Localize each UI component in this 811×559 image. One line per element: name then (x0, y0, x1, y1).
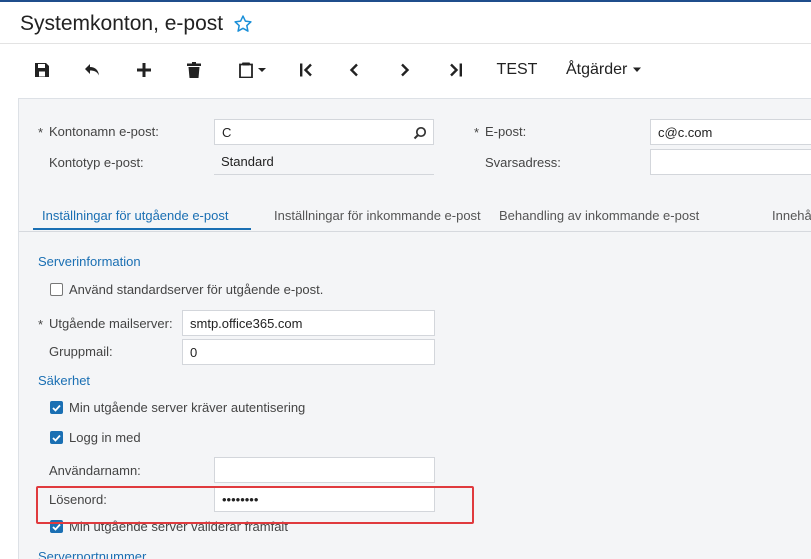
undo-button[interactable] (81, 52, 105, 88)
next-record-button[interactable] (393, 52, 417, 88)
previous-record-button[interactable] (342, 52, 366, 88)
security-heading: Säkerhet (38, 373, 91, 388)
actions-menu-label: Åtgärder (566, 61, 628, 78)
username-field[interactable] (214, 457, 435, 483)
checkbox-box[interactable] (50, 520, 63, 533)
group-mail-field[interactable]: 0 (182, 339, 435, 365)
last-icon (450, 63, 462, 77)
undo-icon (85, 64, 99, 76)
plus-icon (137, 63, 151, 77)
last-record-button[interactable] (444, 52, 468, 88)
account-type-value: Standard (221, 154, 274, 169)
actions-menu-button[interactable]: Åtgärder (566, 52, 650, 88)
checkmark-icon (52, 404, 61, 412)
use-default-server-label: Använd standardserver för utgående e-pos… (69, 282, 324, 297)
tab-incoming-settings[interactable]: Inställningar för inkommande e-post (274, 202, 481, 232)
tab-content[interactable]: Innehå (772, 202, 811, 232)
checkmark-icon (52, 523, 61, 531)
chevron-right-icon (401, 63, 410, 77)
mail-server-label: Utgående mailserver: (49, 316, 173, 331)
paste-dropdown-button[interactable] (232, 52, 272, 88)
checkmark-icon (52, 434, 61, 442)
account-name-value: C (222, 124, 232, 140)
chevron-left-icon (349, 63, 358, 77)
delete-button[interactable] (182, 52, 206, 88)
email-field[interactable]: c@c.com (650, 119, 811, 145)
mail-server-value: smtp.office365.com (190, 315, 303, 331)
checkbox-box[interactable] (50, 283, 63, 296)
email-value: c@c.com (658, 124, 713, 140)
required-marker: * (474, 125, 480, 140)
tab-incoming-processing[interactable]: Behandling av inkommande e-post (499, 202, 699, 232)
clipboard-icon (239, 62, 266, 78)
form-panel: * Kontonamn e-post: C Kontotyp e-post: S… (18, 98, 811, 559)
password-label: Lösenord: (49, 492, 107, 507)
account-name-label: Kontonamn e-post: (49, 124, 159, 139)
title-row: Systemkonton, e-post (20, 10, 253, 38)
required-marker: * (38, 317, 44, 332)
account-name-field[interactable]: C (214, 119, 434, 145)
reply-address-label: Svarsadress: (485, 155, 561, 170)
required-marker: * (38, 125, 44, 140)
password-value: •••••••• (222, 491, 259, 507)
email-label: E-post: (485, 124, 527, 139)
top-accent-line (0, 0, 811, 2)
first-record-button[interactable] (294, 52, 318, 88)
server-validates-checkbox[interactable]: Min utgående server validerar främfält (50, 519, 288, 534)
reply-address-field[interactable] (650, 149, 811, 175)
toolbar: TEST Åtgärder (0, 52, 811, 88)
favorite-star-icon[interactable] (233, 14, 253, 34)
group-mail-label: Gruppmail: (49, 344, 113, 359)
title-separator (0, 43, 811, 44)
account-type-label: Kontotyp e-post: (49, 155, 144, 170)
mail-server-field[interactable]: smtp.office365.com (182, 310, 435, 336)
requires-auth-checkbox[interactable]: Min utgående server kräver autentisering (50, 400, 305, 415)
account-type-field: Standard (214, 149, 434, 175)
search-icon[interactable] (413, 126, 427, 140)
server-info-heading: Serverinformation (38, 254, 141, 269)
username-label: Användarnamn: (49, 463, 141, 478)
caret-down-icon (633, 67, 642, 72)
page-title: Systemkonton, e-post (20, 12, 224, 35)
trash-icon (187, 62, 201, 78)
checkbox-box[interactable] (50, 401, 63, 414)
group-mail-value: 0 (190, 344, 198, 360)
requires-auth-label: Min utgående server kräver autentisering (69, 400, 306, 415)
first-icon (300, 63, 312, 77)
use-default-server-checkbox[interactable]: Använd standardserver för utgående e-pos… (50, 282, 323, 297)
login-with-label: Logg in med (69, 430, 141, 445)
save-icon (35, 63, 49, 77)
save-button[interactable] (30, 52, 54, 88)
password-field[interactable]: •••••••• (214, 486, 435, 512)
checkbox-box[interactable] (50, 431, 63, 444)
test-button[interactable]: TEST (492, 52, 542, 88)
server-port-heading: Serverportnummer (38, 549, 147, 559)
active-tab-indicator (33, 228, 251, 230)
server-validates-label: Min utgående server validerar främfält (69, 519, 288, 534)
add-button[interactable] (132, 52, 156, 88)
login-with-checkbox[interactable]: Logg in med (50, 430, 141, 445)
